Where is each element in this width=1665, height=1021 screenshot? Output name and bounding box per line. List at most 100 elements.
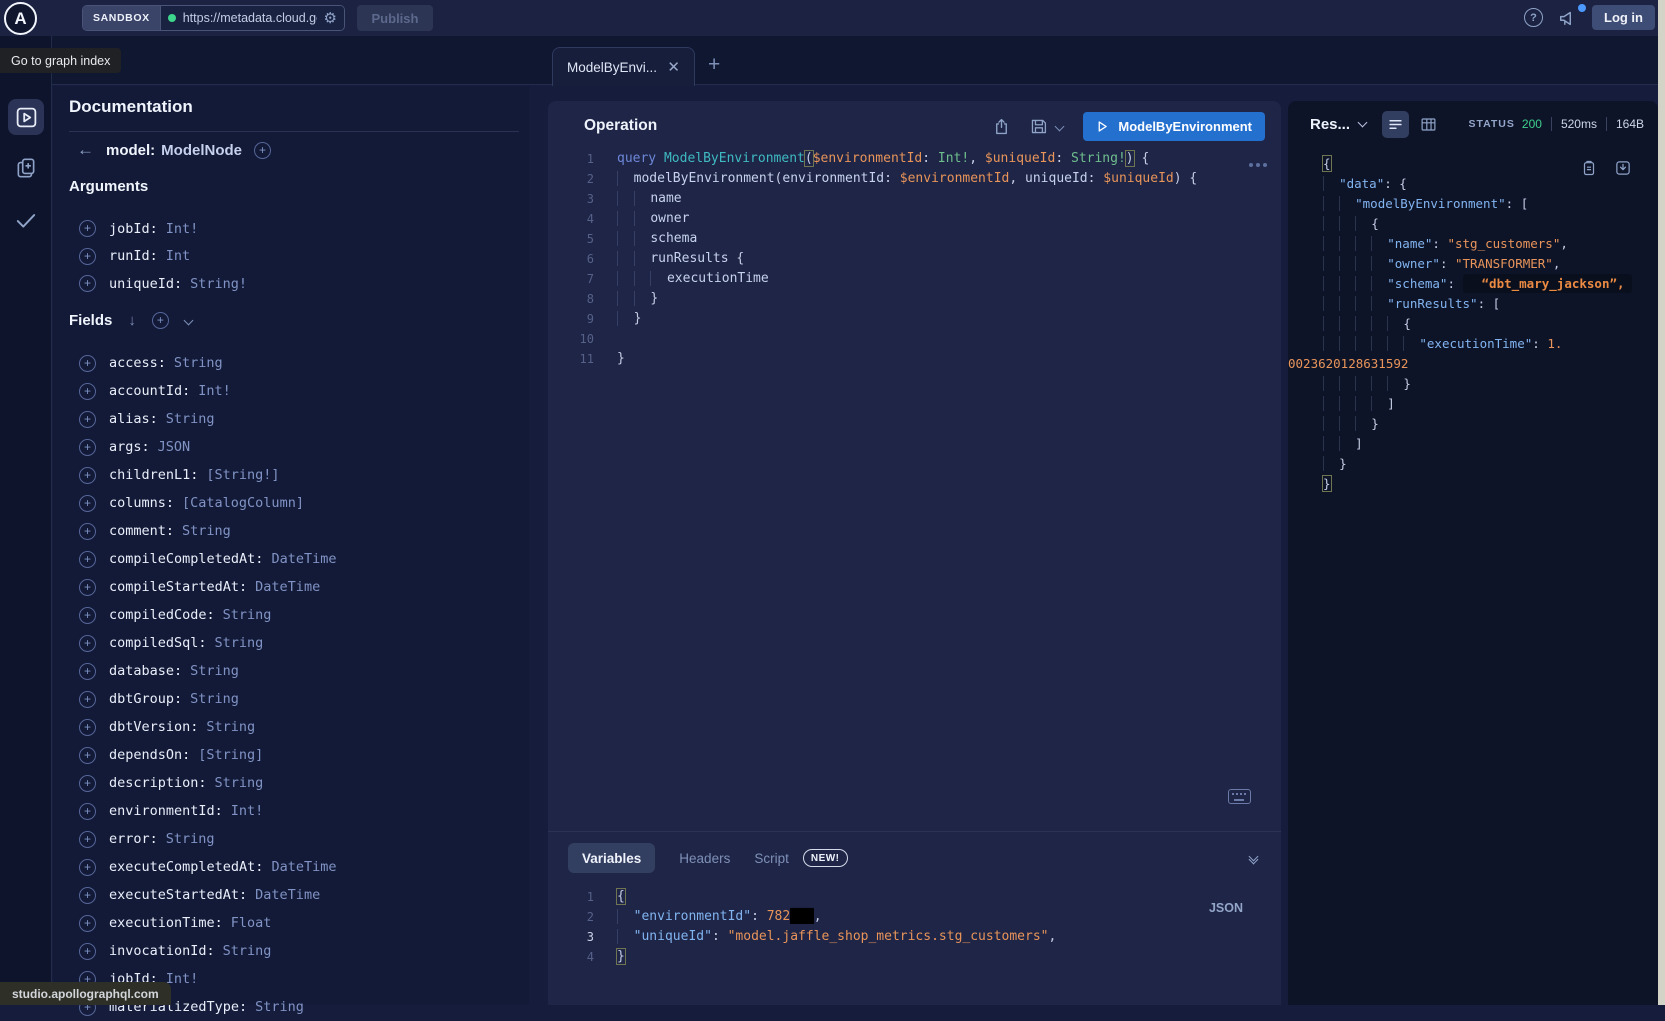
- add-all-fields-icon[interactable]: +: [254, 142, 271, 159]
- code-line[interactable]: "owner": "TRANSFORMER",: [1288, 254, 1654, 274]
- add-to-query-icon[interactable]: +: [79, 551, 96, 568]
- field-type[interactable]: Int!: [166, 971, 199, 987]
- login-button[interactable]: Log in: [1592, 5, 1655, 30]
- code-line[interactable]: }: [1288, 374, 1654, 394]
- code-line[interactable]: 2 modelByEnvironment(environmentId: $env…: [548, 169, 1281, 189]
- field-type[interactable]: [String]: [198, 747, 263, 763]
- field-type[interactable]: JSON: [158, 439, 191, 455]
- code-line[interactable]: 3 name: [548, 189, 1281, 209]
- code-line[interactable]: }: [1288, 414, 1654, 434]
- code-line[interactable]: "schema": “dbt_mary_jackson”,: [1288, 274, 1654, 294]
- field-row[interactable]: +runId:Int: [53, 243, 529, 271]
- field-row[interactable]: +dbtGroup:String: [53, 685, 529, 713]
- code-line[interactable]: 9 }: [548, 309, 1281, 329]
- field-row[interactable]: + compileCompletedAt: DateTime: [53, 545, 529, 573]
- back-arrow-icon[interactable]: ←: [77, 140, 94, 160]
- field-row[interactable]: +dbtVersion:String: [53, 713, 529, 741]
- save-options-chevron-icon[interactable]: [1055, 121, 1065, 131]
- field-name[interactable]: uniqueId:: [109, 276, 182, 292]
- add-to-query-icon[interactable]: +: [79, 943, 96, 960]
- field-type[interactable]: [String!]: [206, 467, 279, 483]
- response-dropdown-chevron-icon[interactable]: [1358, 118, 1368, 128]
- code-line[interactable]: "name": "stg_customers",: [1288, 234, 1654, 254]
- field-type[interactable]: String: [255, 999, 304, 1015]
- apollo-logo-icon[interactable]: A: [4, 2, 37, 35]
- add-fields-icon[interactable]: +: [152, 312, 169, 329]
- field-name[interactable]: compiledCode:: [109, 607, 215, 623]
- code-line[interactable]: 10: [548, 329, 1281, 349]
- code-line[interactable]: "data": {: [1288, 174, 1654, 194]
- keyboard-shortcuts-icon[interactable]: [1228, 789, 1251, 804]
- field-name[interactable]: dbtGroup:: [109, 691, 182, 707]
- field-row[interactable]: +childrenL1:[String!]: [53, 461, 529, 489]
- response-view-list-toggle[interactable]: [1382, 111, 1409, 138]
- tab-modelbyenvironment[interactable]: ModelByEnvi... ✕: [552, 47, 695, 86]
- tab-script[interactable]: Script: [754, 851, 789, 866]
- code-line[interactable]: 3 "uniqueId": "model.jaffle_shop_metrics…: [548, 927, 1281, 947]
- breadcrumb-type[interactable]: ModelNode: [161, 142, 242, 159]
- field-name[interactable]: executeCompletedAt:: [109, 859, 263, 875]
- code-line[interactable]: 0023620128631592: [1288, 354, 1654, 374]
- add-to-query-icon[interactable]: +: [79, 803, 96, 820]
- field-name[interactable]: dependsOn:: [109, 747, 190, 763]
- code-line[interactable]: {: [1288, 314, 1654, 334]
- field-row[interactable]: +uniqueId:String!: [53, 270, 529, 298]
- field-name[interactable]: compileCompletedAt:: [109, 551, 263, 567]
- field-row[interactable]: + args: JSON: [53, 433, 529, 461]
- field-row[interactable]: + invocationId: String: [53, 937, 529, 965]
- code-line[interactable]: {: [1288, 154, 1654, 174]
- tab-variables[interactable]: Variables: [568, 843, 655, 873]
- field-row[interactable]: +database:String: [53, 657, 529, 685]
- field-name[interactable]: runId:: [109, 248, 158, 264]
- code-line[interactable]: ]: [1288, 434, 1654, 454]
- publish-button[interactable]: Publish: [357, 5, 433, 31]
- field-type[interactable]: Int: [166, 248, 190, 264]
- help-icon[interactable]: ?: [1524, 8, 1543, 27]
- add-to-query-icon[interactable]: +: [79, 775, 96, 792]
- add-to-query-icon[interactable]: +: [79, 355, 96, 372]
- field-row[interactable]: +executeStartedAt:DateTime: [53, 881, 529, 909]
- field-type[interactable]: Int!: [166, 221, 199, 237]
- field-name[interactable]: database:: [109, 663, 182, 679]
- field-name[interactable]: access:: [109, 355, 166, 371]
- field-row[interactable]: + environmentId: Int!: [53, 797, 529, 825]
- code-line[interactable]: "executionTime": 1.: [1288, 334, 1654, 354]
- code-line[interactable]: 1query ModelByEnvironment($environmentId…: [548, 149, 1281, 169]
- sort-fields-icon[interactable]: ↓: [128, 312, 136, 329]
- field-row[interactable]: +columns:[CatalogColumn]: [53, 489, 529, 517]
- download-response-icon[interactable]: [1614, 159, 1632, 177]
- add-to-query-icon[interactable]: +: [79, 831, 96, 848]
- response-title[interactable]: Res...: [1310, 116, 1350, 133]
- field-type[interactable]: String: [223, 943, 272, 959]
- field-type[interactable]: Int!: [231, 803, 264, 819]
- code-line[interactable]: "runResults": [: [1288, 294, 1654, 314]
- field-row[interactable]: +description:String: [53, 769, 529, 797]
- field-name[interactable]: compileStartedAt:: [109, 579, 247, 595]
- field-row[interactable]: +comment:String: [53, 517, 529, 545]
- operation-editor[interactable]: 1query ModelByEnvironment($environmentId…: [548, 149, 1281, 369]
- add-to-query-icon[interactable]: +: [79, 635, 96, 652]
- run-operation-button[interactable]: ModelByEnvironment: [1083, 112, 1265, 141]
- field-name[interactable]: childrenL1:: [109, 467, 198, 483]
- field-type[interactable]: String: [166, 411, 215, 427]
- code-line[interactable]: 4}: [548, 947, 1281, 967]
- field-name[interactable]: args:: [109, 439, 150, 455]
- field-type[interactable]: DateTime: [271, 551, 336, 567]
- add-to-query-icon[interactable]: +: [79, 275, 96, 292]
- field-name[interactable]: comment:: [109, 523, 174, 539]
- field-type[interactable]: String: [190, 663, 239, 679]
- endpoint-url-input[interactable]: https://metadata.cloud.getd ⚙: [161, 6, 344, 30]
- tab-close-icon[interactable]: ✕: [667, 58, 680, 76]
- field-name[interactable]: environmentId:: [109, 803, 223, 819]
- add-to-query-icon[interactable]: +: [79, 439, 96, 456]
- code-line[interactable]: "modelByEnvironment": [: [1288, 194, 1654, 214]
- field-name[interactable]: invocationId:: [109, 943, 215, 959]
- field-row[interactable]: +error:String: [53, 825, 529, 853]
- save-operation-icon[interactable]: [1029, 117, 1048, 136]
- add-to-query-icon[interactable]: +: [79, 220, 96, 237]
- field-row[interactable]: +alias:String: [53, 405, 529, 433]
- code-line[interactable]: 1{: [548, 887, 1281, 907]
- field-name[interactable]: accountId:: [109, 383, 190, 399]
- field-type[interactable]: String: [206, 719, 255, 735]
- collapse-variables-icon[interactable]: [1250, 853, 1257, 863]
